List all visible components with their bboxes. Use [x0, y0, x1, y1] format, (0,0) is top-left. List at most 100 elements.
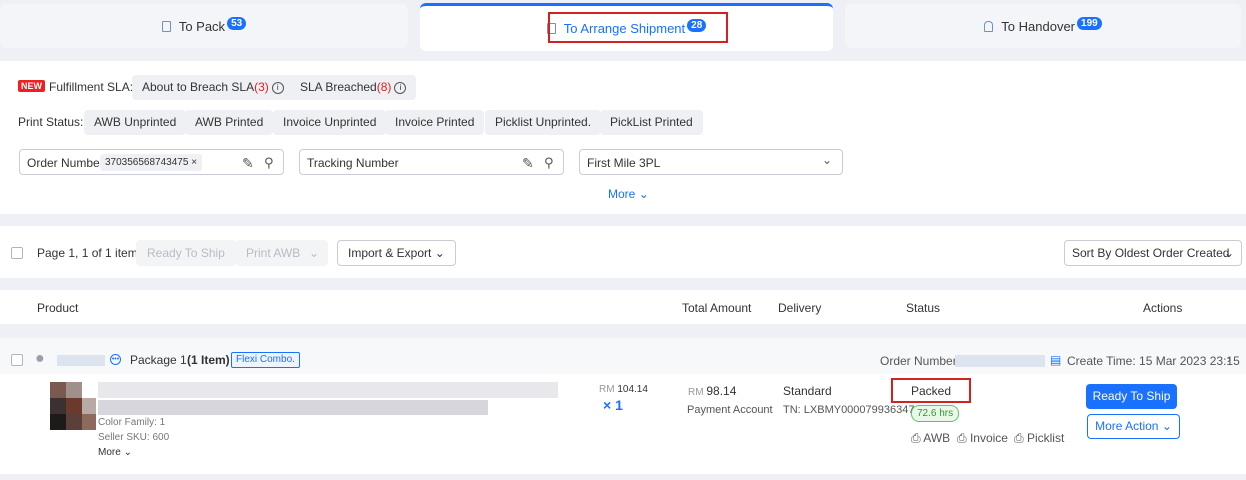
- order-number-tag[interactable]: 370356568743475 ×: [100, 154, 203, 171]
- button-label: Import & Export: [348, 246, 432, 260]
- print-status-awb-printed[interactable]: AWB Printed: [185, 110, 274, 135]
- print-status-awb-unprinted[interactable]: AWB Unprinted: [84, 110, 187, 135]
- button-label: Print AWB: [246, 246, 301, 260]
- close-icon[interactable]: ×: [191, 157, 197, 168]
- unit-price: RM 104.14: [599, 384, 648, 395]
- print-status-picklist-unprinted[interactable]: Picklist Unprinted.: [485, 110, 602, 135]
- chevron-down-icon: ⌄: [638, 187, 649, 201]
- print-status-label: Print Status:: [18, 115, 84, 129]
- link-label: More: [608, 187, 636, 201]
- header-total-amount: Total Amount: [682, 301, 752, 315]
- print-status-invoice-printed[interactable]: Invoice Printed: [385, 110, 485, 135]
- sla-breached-chip[interactable]: SLA Breached(8) i: [290, 75, 417, 100]
- field-placeholder: Tracking Number: [307, 156, 399, 170]
- order-number-label: Order Number:: [880, 354, 961, 368]
- edit-icon[interactable]: ✎: [522, 155, 534, 172]
- link-label: Picklist: [1026, 431, 1065, 445]
- product-title-redacted: [98, 382, 558, 398]
- product-image: [66, 382, 82, 398]
- link-label: More: [98, 447, 121, 458]
- first-mile-select[interactable]: First Mile 3PL ⌄: [579, 149, 843, 175]
- print-awb-link[interactable]: ⎙ AWB: [911, 431, 950, 446]
- info-icon: i: [271, 81, 284, 94]
- total-amount: RM 98.14: [688, 384, 736, 398]
- product-image: [66, 414, 82, 430]
- tracking-number-field[interactable]: Tracking Number ✎ ⚲: [299, 149, 564, 175]
- tab-label: To Handover: [1001, 18, 1076, 34]
- link-label: Invoice: [969, 431, 1008, 445]
- fulfillment-sla-label: Fulfillment SLA:: [49, 80, 134, 94]
- product-image: [50, 414, 66, 430]
- currency: RM: [688, 387, 704, 398]
- chevron-down-icon: ⌄: [123, 447, 132, 458]
- product-image: [82, 414, 96, 430]
- print-invoice-link[interactable]: ⎙ Invoice: [957, 431, 1008, 446]
- print-status-picklist-printed[interactable]: PickList Printed: [600, 110, 703, 135]
- chevron-down-icon: ⌄: [434, 246, 445, 260]
- header-actions: Actions: [1143, 301, 1183, 315]
- chip-count: (8): [376, 80, 392, 94]
- printer-icon: ⎙: [911, 431, 921, 445]
- product-title-redacted: [98, 400, 488, 415]
- flexi-combo-tag: Flexi Combo.: [231, 352, 300, 368]
- currency: RM: [599, 384, 615, 395]
- chat-icon[interactable]: •••: [110, 354, 121, 365]
- order-number-field[interactable]: Order Number 370356568743475 × ✎ ⚲: [19, 149, 284, 175]
- print-awb-button[interactable]: Print AWB ⌄: [235, 240, 328, 266]
- quantity: × 1: [603, 397, 623, 413]
- print-picklist-link[interactable]: ⎙ Picklist: [1014, 431, 1064, 446]
- tracking-number: TN: LXBMY000079936347: [783, 404, 915, 416]
- buyer-name-redacted: [57, 355, 105, 366]
- order-number-redacted: [955, 355, 1045, 367]
- payment-account: Payment Account: [687, 404, 773, 416]
- header-status: Status: [906, 301, 941, 315]
- chevron-down-icon: ⌄: [1223, 246, 1234, 260]
- chevron-down-icon: ⌄: [1161, 419, 1172, 433]
- ready-to-ship-button[interactable]: Ready To Ship: [1086, 384, 1177, 409]
- select-value: First Mile 3PL: [587, 156, 661, 170]
- chip-label: About to Breach SLA: [142, 80, 255, 94]
- table-header: [0, 290, 1246, 324]
- search-icon[interactable]: ⚲: [544, 155, 554, 171]
- tab-to-pack[interactable]: To Pack 53: [0, 4, 408, 48]
- ready-to-ship-bulk-button[interactable]: Ready To Ship: [136, 240, 236, 266]
- price-value: 104.14: [617, 384, 648, 395]
- print-status-invoice-unprinted[interactable]: Invoice Unprinted: [273, 110, 387, 135]
- product-image: [82, 398, 96, 414]
- chevron-down-icon: ⌄: [308, 246, 319, 260]
- more-details-link[interactable]: More ⌄: [98, 447, 132, 458]
- header-product: Product: [37, 301, 79, 315]
- sort-by-select[interactable]: Sort By Oldest Order Created ⌄: [1064, 240, 1242, 266]
- page-info: Page 1, 1 of 1 item: [37, 246, 138, 260]
- import-export-button[interactable]: Import & Export ⌄: [337, 240, 456, 266]
- more-action-button[interactable]: More Action ⌄: [1087, 414, 1180, 439]
- tag-value: 370356568743475: [105, 157, 189, 168]
- search-icon[interactable]: ⚲: [264, 155, 274, 171]
- chip-label: SLA Breached: [300, 80, 377, 94]
- field-label: Order Number: [27, 156, 104, 170]
- hours-badge: 72.6 hrs: [911, 405, 960, 422]
- create-time: Create Time: 15 Mar 2023 23:15: [1067, 354, 1240, 368]
- chevron-right-icon[interactable]: ›: [1227, 352, 1231, 366]
- order-checkbox[interactable]: [11, 354, 23, 366]
- tab-label: To Pack: [178, 18, 226, 34]
- user-icon: ●: [35, 350, 45, 367]
- more-filters-link[interactable]: More ⌄: [608, 187, 649, 201]
- edit-icon[interactable]: ✎: [242, 155, 254, 172]
- select-all-checkbox[interactable]: [11, 247, 23, 259]
- product-image: [50, 382, 66, 398]
- count-badge: 53: [227, 16, 247, 30]
- sort-value: Oldest Order Created: [1114, 246, 1230, 260]
- info-icon: i: [394, 81, 407, 94]
- chip-count: (3): [254, 80, 269, 94]
- sort-label: Sort By: [1072, 246, 1112, 260]
- tab-to-handover[interactable]: To Handover 199: [845, 4, 1241, 48]
- delivery-type: Standard: [783, 384, 832, 398]
- about-to-breach-chip[interactable]: About to Breach SLA(3) i: [132, 75, 294, 100]
- handover-icon: [984, 20, 994, 32]
- button-label: More Action: [1095, 419, 1159, 433]
- color-family: Color Family: 1: [98, 417, 166, 428]
- copy-icon[interactable]: ▤: [1050, 353, 1061, 367]
- amount-value: 98.14: [706, 384, 737, 398]
- document-icon: [161, 20, 171, 32]
